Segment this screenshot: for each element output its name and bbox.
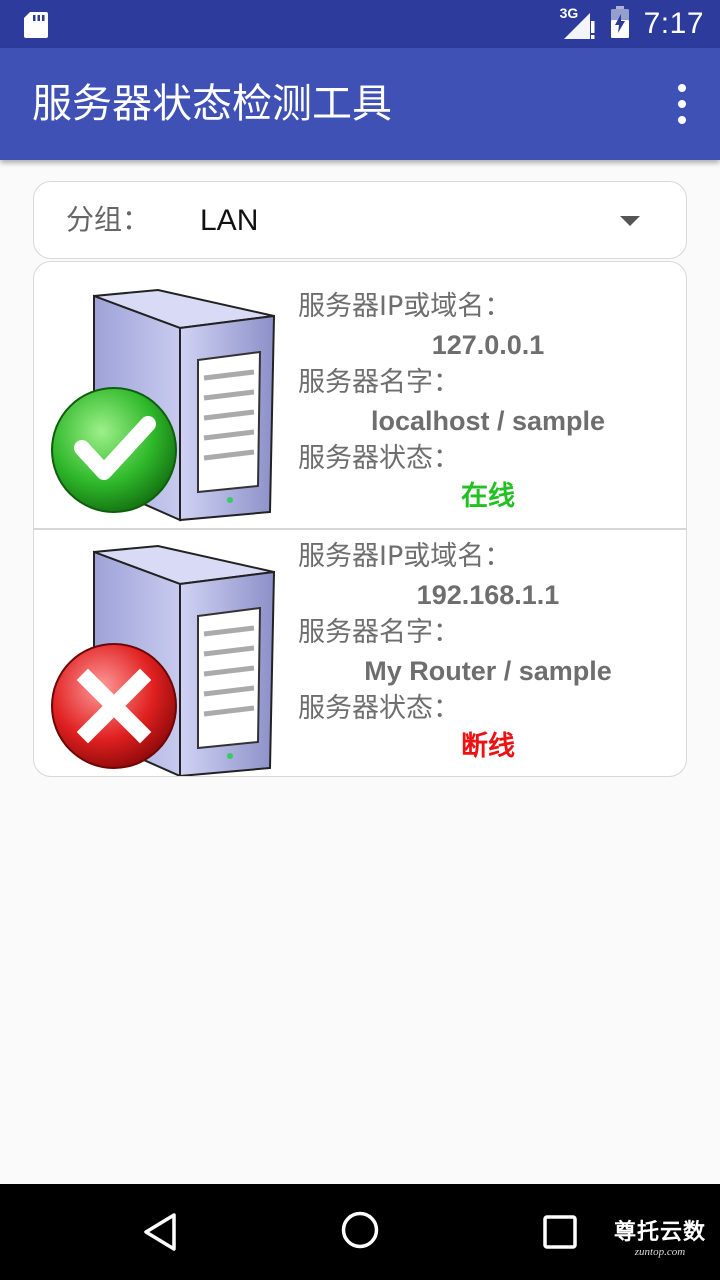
ip-value: 192.168.1.1 — [416, 580, 560, 610]
watermark-text: 尊托云数 — [613, 1220, 706, 1245]
status-label: 服务器状态： — [298, 443, 460, 474]
watermark: 尊托云数 zuntop.com — [614, 1214, 706, 1258]
battery-icon — [610, 5, 630, 43]
server-item[interactable]: 服务器IP或域名： 127.0.0.1 服务器名字： localhost / s… — [34, 262, 686, 522]
sd-card-icon — [24, 12, 48, 42]
server-info: 服务器IP或域名： 192.168.1.1 服务器名字： My Router /… — [298, 538, 678, 766]
status-value: 在线 — [461, 481, 515, 512]
server-offline-icon — [51, 544, 276, 776]
recent-apps-icon[interactable] — [542, 1214, 578, 1254]
server-online-icon — [51, 288, 276, 522]
home-icon[interactable] — [340, 1210, 380, 1254]
clock: 7:17 — [643, 7, 704, 40]
name-value: My Router / sample — [364, 656, 612, 686]
watermark-url: zuntop.com — [634, 1246, 686, 1258]
status-bar: 3G 7:17 — [0, 0, 720, 48]
group-selector[interactable]: 分组： LAN — [33, 181, 687, 259]
status-label: 服务器状态： — [298, 693, 460, 724]
signal-icon: 3G — [560, 5, 596, 41]
ip-label: 服务器IP或域名： — [298, 541, 512, 572]
app-title: 服务器状态检测工具 — [32, 81, 392, 127]
navigation-bar: 尊托云数 zuntop.com — [0, 1184, 720, 1280]
name-label: 服务器名字： — [298, 367, 460, 398]
ip-value: 127.0.0.1 — [431, 330, 545, 360]
overflow-menu-icon[interactable] — [670, 84, 694, 124]
status-value: 断线 — [461, 731, 515, 762]
group-value: LAN — [200, 204, 259, 237]
server-info: 服务器IP或域名： 127.0.0.1 服务器名字： localhost / s… — [298, 288, 678, 516]
server-item[interactable]: 服务器IP或域名： 192.168.1.1 服务器名字： My Router /… — [34, 530, 686, 776]
app-bar: 服务器状态检测工具 — [0, 48, 720, 160]
group-label: 分组： — [66, 203, 151, 236]
name-value: localhost / sample — [370, 406, 606, 436]
dropdown-arrow-icon — [620, 216, 640, 226]
back-icon[interactable] — [142, 1212, 178, 1256]
server-list: 服务器IP或域名： 127.0.0.1 服务器名字： localhost / s… — [33, 261, 687, 777]
ip-label: 服务器IP或域名： — [298, 291, 512, 322]
name-label: 服务器名字： — [298, 617, 460, 648]
